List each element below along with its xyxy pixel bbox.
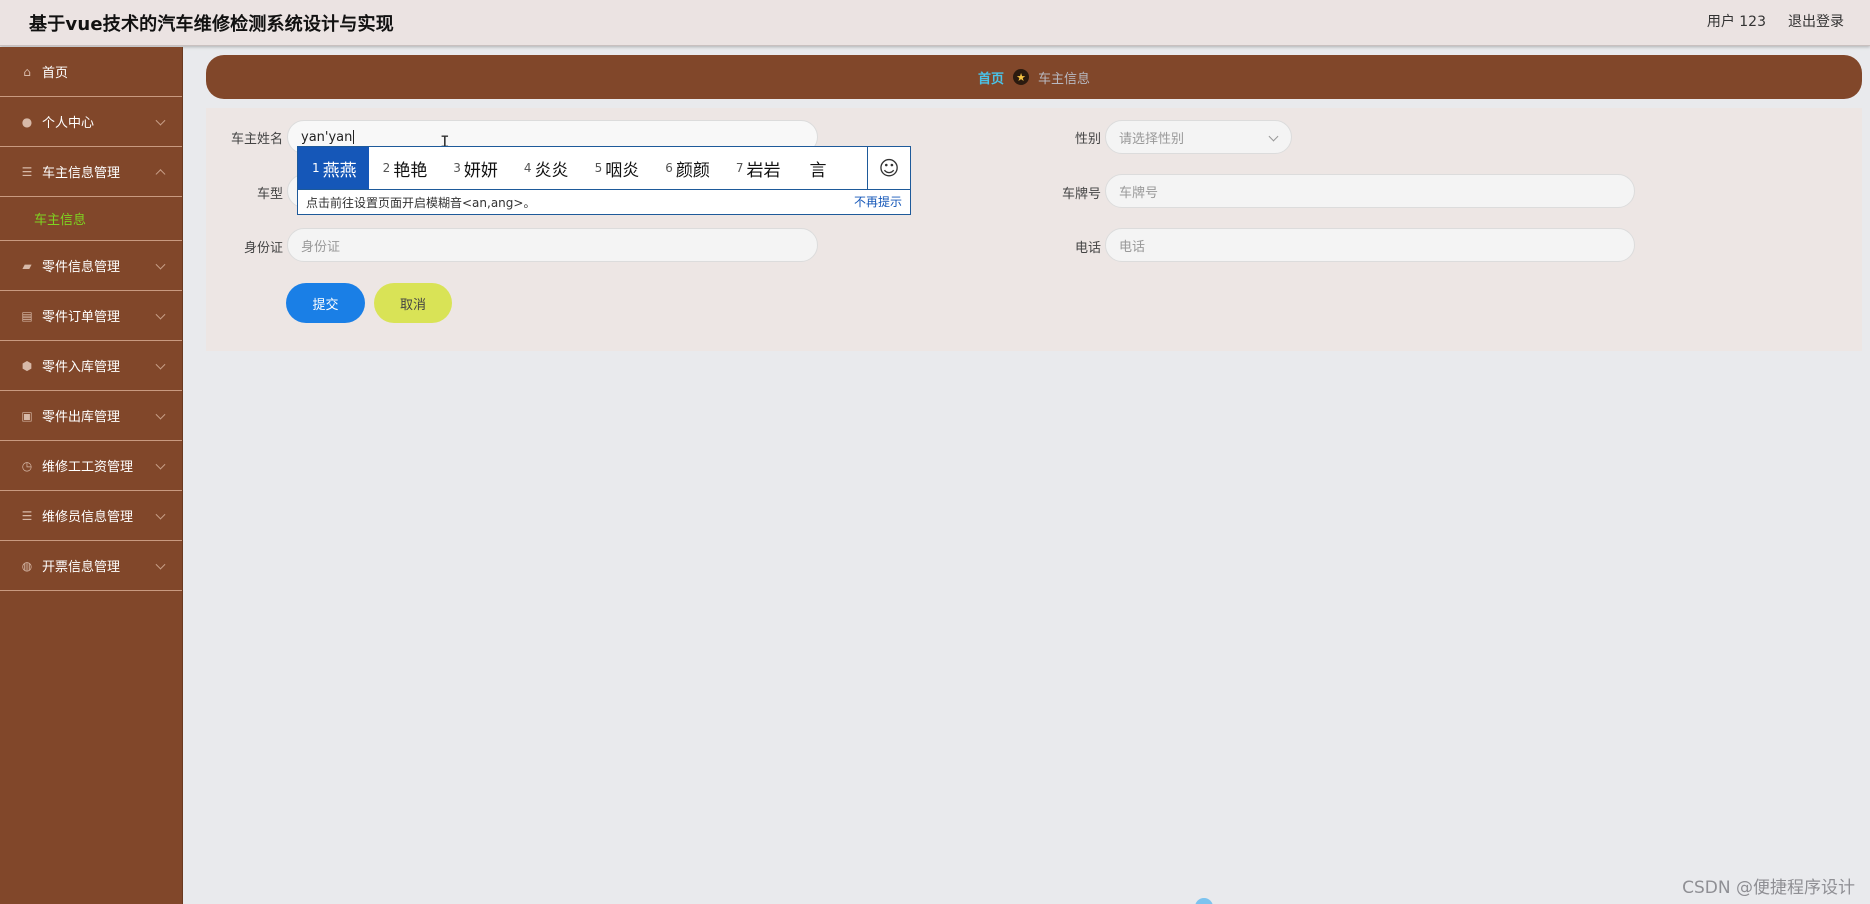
form-panel: 车主姓名 yan'yan 性别 请选择性别 车型 车牌号 车牌号 身份证 身份证…	[206, 108, 1862, 351]
floating-dot	[1195, 898, 1213, 904]
ime-candidate[interactable]: 7 岩岩	[722, 147, 793, 189]
sidebar-item-parts-info[interactable]: ▰ 零件信息管理	[0, 241, 182, 291]
ime-candidate-row: 1 燕燕 2 艳艳 3 妍妍 4 炎炎 5 咽炎 6 颜颜 7 岩岩 言	[298, 147, 868, 189]
ime-candidate[interactable]: 5 咽炎	[581, 147, 652, 189]
sidebar-item-label: 首页	[42, 66, 69, 81]
cancel-button[interactable]: 取消	[374, 283, 452, 323]
clock-icon: ◷	[21, 458, 33, 473]
list-icon: ☰	[21, 164, 33, 179]
id-card-placeholder: 身份证	[301, 239, 341, 255]
breadcrumb-home[interactable]: 首页	[978, 68, 1004, 87]
ime-dismiss-link[interactable]: 不再提示	[854, 193, 902, 210]
gender-select[interactable]: 请选择性别	[1105, 120, 1292, 154]
sidebar-item-wages[interactable]: ◷ 维修工工资管理	[0, 441, 182, 491]
chevron-down-icon	[155, 459, 166, 470]
phone-input[interactable]: 电话	[1105, 228, 1635, 262]
logout-link[interactable]: 退出登录	[1788, 11, 1844, 31]
sidebar-subitem-owner-info[interactable]: 车主信息	[0, 197, 182, 241]
chevron-down-icon	[155, 509, 166, 520]
car-model-label: 车型	[256, 187, 283, 202]
order-icon: ▤	[21, 308, 33, 323]
ime-candidate[interactable]: 言	[792, 147, 838, 189]
sidebar-item-label: 零件出库管理	[42, 410, 121, 425]
app-title: 基于vue技术的汽车维修检测系统设计与实现	[29, 14, 394, 35]
sidebar-item-owner-management[interactable]: ☰ 车主信息管理	[0, 147, 182, 197]
sidebar-item-label: 开票信息管理	[42, 560, 121, 575]
top-bar: 基于vue技术的汽车维修检测系统设计与实现 用户 123 退出登录	[0, 0, 1870, 46]
chevron-down-icon	[155, 559, 166, 570]
ime-candidate[interactable]: 2 艳艳	[369, 147, 440, 189]
breadcrumb-current: 车主信息	[1038, 71, 1091, 87]
sidebar-item-invoices[interactable]: ◍ 开票信息管理	[0, 541, 182, 591]
chevron-down-icon	[155, 359, 166, 370]
sidebar-item-label: 零件订单管理	[42, 310, 121, 325]
gender-placeholder: 请选择性别	[1119, 131, 1185, 147]
chevron-down-icon	[1268, 131, 1279, 142]
ime-candidate-popup: 1 燕燕 2 艳艳 3 妍妍 4 炎炎 5 咽炎 6 颜颜 7 岩岩 言 ☺ 点击前往设置页面…	[297, 146, 911, 215]
sidebar-item-parts-inbound[interactable]: ⬢ 零件入库管理	[0, 341, 182, 391]
ime-candidate[interactable]: 3 妍妍	[439, 147, 510, 189]
owner-name-value: yan'yan	[301, 129, 353, 145]
home-icon: ⌂	[23, 64, 31, 79]
watermark: CSDN @便捷程序设计	[1682, 878, 1855, 898]
sidebar-item-mechanics[interactable]: ☰ 维修员信息管理	[0, 491, 182, 541]
sidebar-item-profile[interactable]: ● 个人中心	[0, 97, 182, 147]
shield-icon: ⬢	[21, 358, 33, 373]
ime-candidate[interactable]: 4 炎炎	[510, 147, 581, 189]
box-icon: ▰	[22, 258, 32, 273]
id-card-input[interactable]: 身份证	[287, 228, 818, 262]
user-icon: ●	[21, 114, 33, 129]
emoji-icon[interactable]: ☺	[867, 147, 910, 189]
sidebar-item-home[interactable]: ⌂ 首页	[0, 47, 182, 97]
sidebar-item-parts-orders[interactable]: ▤ 零件订单管理	[0, 291, 182, 341]
owner-name-label: 车主姓名	[230, 132, 283, 147]
sidebar-item-label: 维修员信息管理	[42, 510, 134, 525]
star-icon: ★	[1013, 69, 1029, 85]
globe-icon: ◍	[21, 558, 33, 573]
list-icon: ☰	[21, 508, 33, 523]
chevron-down-icon	[155, 409, 166, 420]
breadcrumb: 首页 ★ 车主信息	[206, 55, 1862, 99]
phone-placeholder: 电话	[1119, 239, 1146, 255]
phone-label: 电话	[1074, 241, 1101, 256]
sidebar-item-label: 个人中心	[42, 116, 95, 131]
ime-hint[interactable]: 点击前往设置页面开启模糊音<an,ang>。	[298, 189, 910, 214]
ime-candidate[interactable]: 1 燕燕	[298, 147, 369, 189]
gender-label: 性别	[1074, 132, 1101, 147]
chevron-down-icon	[155, 309, 166, 320]
ime-candidate[interactable]: 6 颜颜	[651, 147, 722, 189]
sidebar-item-parts-outbound[interactable]: ▣ 零件出库管理	[0, 391, 182, 441]
sidebar: ⌂ 首页 ● 个人中心 ☰ 车主信息管理 车主信息 ▰ 零件信息管理 ▤ 零件订…	[0, 47, 183, 904]
plate-input[interactable]: 车牌号	[1105, 174, 1635, 208]
chevron-down-icon	[155, 259, 166, 270]
plate-label: 车牌号	[1061, 187, 1101, 202]
clipboard-icon: ▣	[21, 408, 33, 423]
text-caret	[353, 130, 355, 144]
id-card-label: 身份证	[243, 241, 283, 256]
sidebar-subitem-label: 车主信息	[34, 213, 87, 228]
sidebar-item-label: 零件信息管理	[42, 260, 121, 275]
sidebar-item-label: 零件入库管理	[42, 360, 121, 375]
chevron-down-icon	[155, 115, 166, 126]
sidebar-item-label: 车主信息管理	[42, 166, 121, 181]
chevron-up-icon	[155, 168, 166, 179]
plate-placeholder: 车牌号	[1119, 185, 1159, 201]
submit-button[interactable]: 提交	[286, 283, 365, 323]
user-info: 用户 123	[1706, 14, 1766, 30]
sidebar-item-label: 维修工工资管理	[42, 460, 134, 475]
